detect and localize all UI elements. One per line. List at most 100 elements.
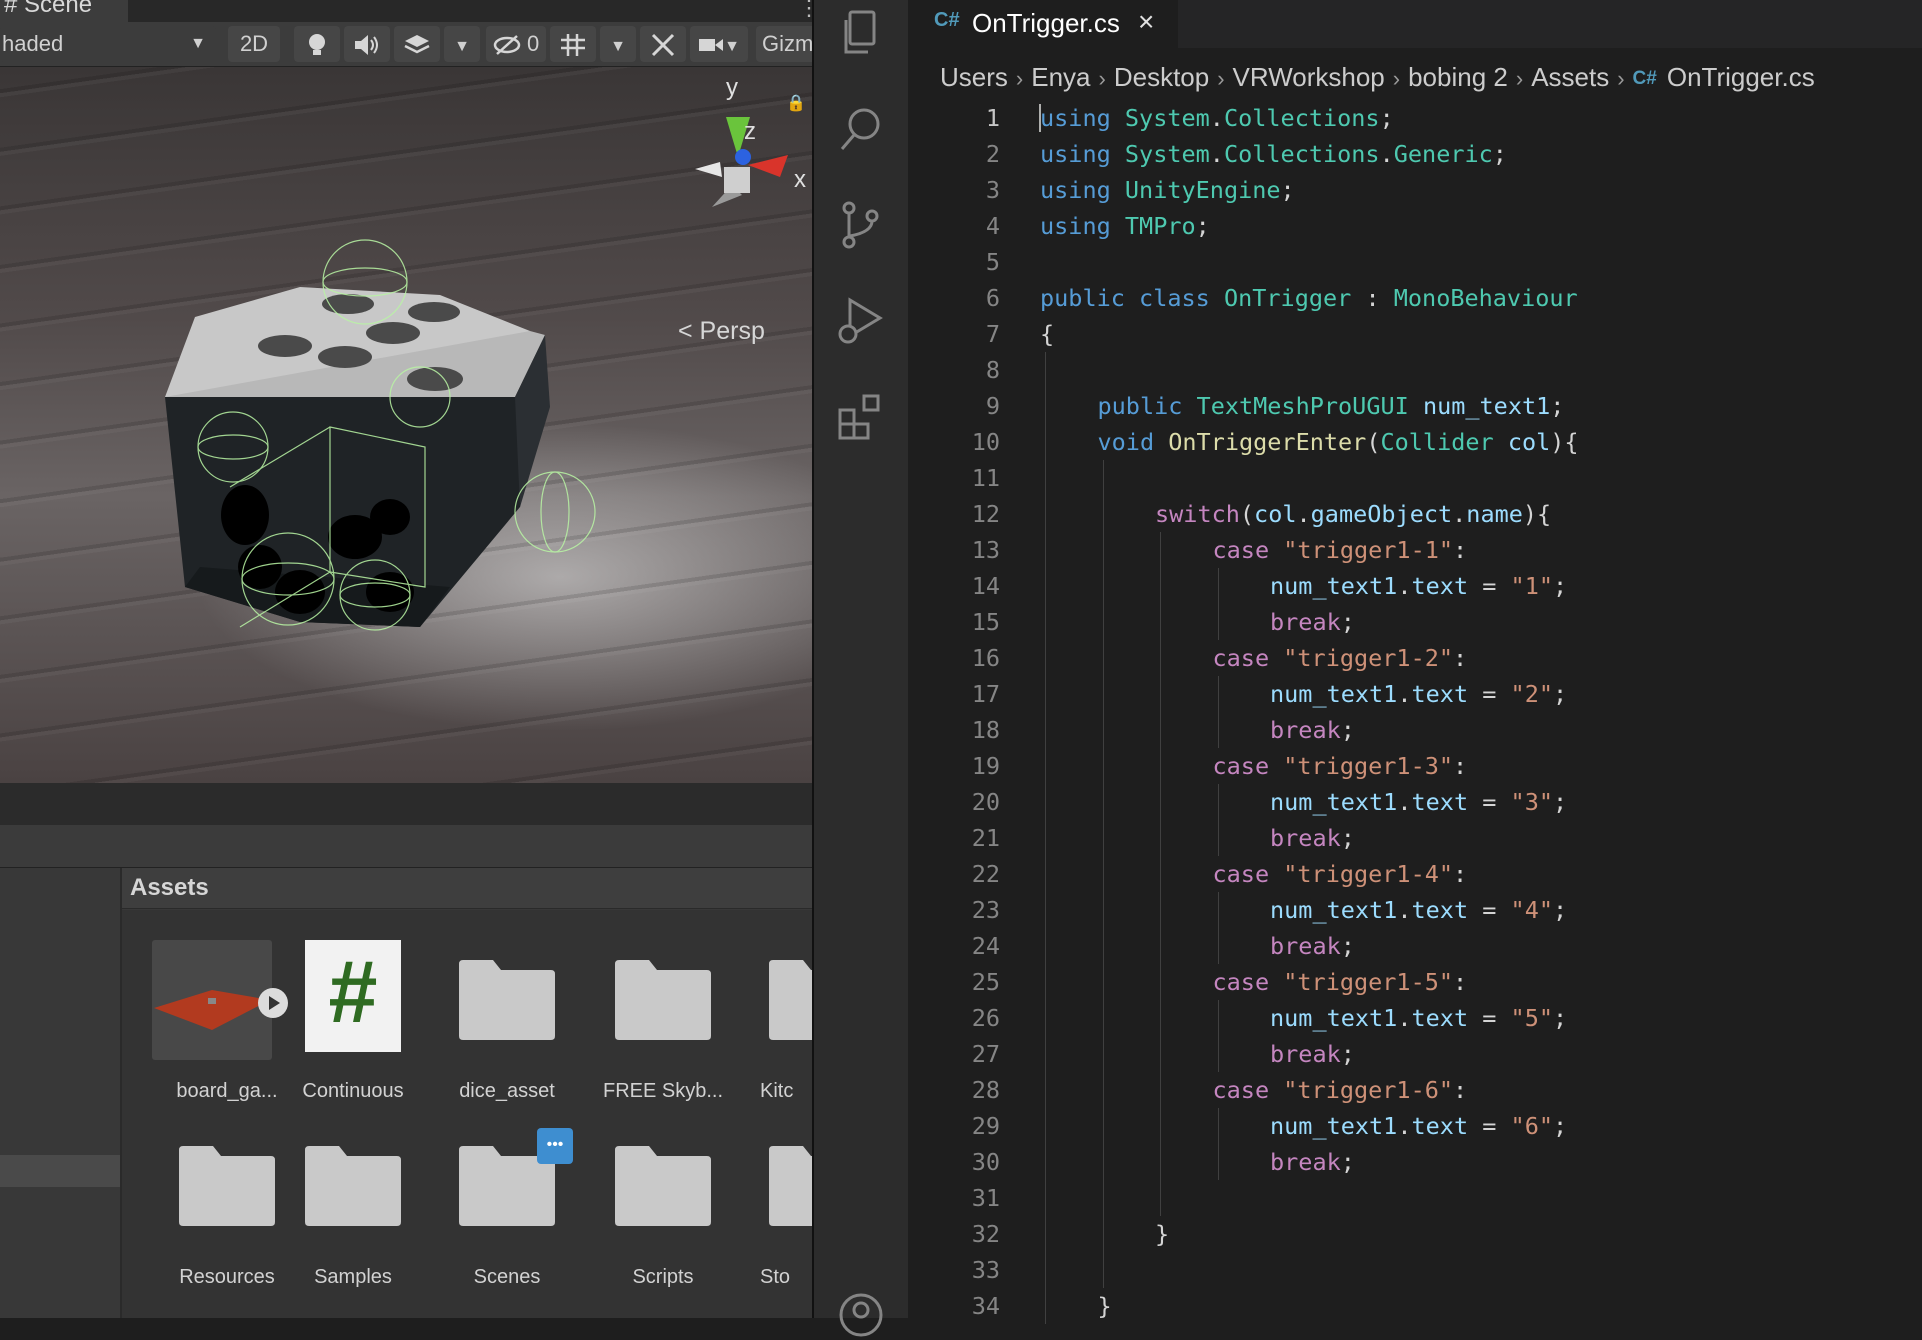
breadcrumb-item[interactable]: Desktop [1114,62,1209,93]
more-badge[interactable]: ••• [537,1128,573,1164]
code-line[interactable]: 7{ [908,316,1922,352]
code-line[interactable]: 21 break; [908,820,1922,856]
code-line[interactable]: 26 num_text1.text = "5"; [908,1000,1922,1036]
code-line[interactable]: 20 num_text1.text = "3"; [908,784,1922,820]
code-line[interactable]: 6 public class OnTrigger : MonoBehaviour [908,280,1922,316]
code-token: "5" [1510,1004,1553,1032]
code-line[interactable]: 33 [908,1252,1922,1288]
code-line[interactable]: 4 using TMPro; [908,208,1922,244]
effects-layers-icon[interactable] [394,26,440,62]
code-line[interactable]: 14 num_text1.text = "1"; [908,568,1922,604]
code-token: text [1411,1004,1469,1032]
perspective-toggle[interactable]: < Persp [678,317,765,346]
code-line[interactable]: 31 [908,1180,1922,1216]
code-line[interactable]: 22 case "trigger1-4": [908,856,1922,892]
scene-viewport[interactable]: y z x 🔒 < Persp [0,67,812,783]
breadcrumb-item[interactable]: OnTrigger.cs [1667,62,1815,93]
asset-item[interactable]: Kitc [742,930,812,1120]
code-line[interactable]: 3 using UnityEngine; [908,172,1922,208]
2d-toggle-button[interactable]: 2D [228,26,280,62]
axis-y-label: y [726,77,738,101]
accounts-icon[interactable] [836,1290,886,1340]
project-folder-tree[interactable] [0,868,122,1318]
asset-item[interactable]: Scripts [588,1116,738,1306]
explorer-icon[interactable] [836,8,886,58]
code-token: break [1270,1040,1341,1068]
grid-snapping-icon[interactable] [550,26,596,62]
indent-guide [1102,1144,1104,1180]
code-line[interactable]: 8 [908,352,1922,388]
close-icon[interactable]: × [1138,6,1154,38]
hidden-objects-toggle[interactable]: 0 [486,26,546,62]
code-line[interactable]: 19 case "trigger1-3": [908,748,1922,784]
effects-dropdown-icon[interactable]: ▼ [444,26,480,62]
search-icon[interactable] [836,104,886,154]
panel-separator [0,783,812,825]
code-line[interactable]: 1 using System.Collections; [908,100,1922,136]
tools-icon[interactable] [640,26,686,62]
line-number: 9 [985,392,1000,420]
breadcrumb-item[interactable]: Assets [1531,62,1609,93]
code-line[interactable]: 12 switch(col.gameObject.name){ [908,496,1922,532]
camera-dropdown[interactable]: ▼ [690,26,748,62]
code-line[interactable]: 10 void OnTriggerEnter(Collider col){ [908,424,1922,460]
indent-guide [1102,496,1104,532]
folder-icon [769,1146,812,1226]
code-token: ){ [1522,500,1552,528]
indent-guide [1160,784,1161,820]
lock-icon[interactable]: 🔒 [786,93,806,113]
code-line[interactable]: 13 case "trigger1-1": [908,532,1922,568]
code-line[interactable]: 28 case "trigger1-6": [908,1072,1922,1108]
line-number: 4 [985,212,1000,240]
code-token: = [1468,788,1511,816]
asset-item[interactable]: ••• Scenes [432,1116,582,1306]
code-line[interactable]: 27 break; [908,1036,1922,1072]
asset-item[interactable]: # Continuous [278,930,428,1120]
breadcrumb-item[interactable]: bobing 2 [1408,62,1508,93]
grid-dropdown-icon[interactable]: ▼ [600,26,636,62]
asset-item[interactable]: dice_asset [432,930,582,1120]
audio-toggle-icon[interactable] [344,26,390,62]
run-debug-icon[interactable] [836,296,886,346]
code-line[interactable]: 15 break; [908,604,1922,640]
code-line[interactable]: 2 using System.Collections.Generic; [908,136,1922,172]
code-line[interactable]: 16 case "trigger1-2": [908,640,1922,676]
breadcrumb-item[interactable]: VRWorkshop [1233,62,1385,93]
code-line[interactable]: 24 break; [908,928,1922,964]
shading-mode-dropdown[interactable]: haded ▼ [0,26,216,62]
more-options-icon[interactable]: ⋮ [798,0,812,19]
code-area[interactable]: 1 using System.Collections; 2 using System.… [908,100,1922,1324]
code-line[interactable]: 5 [908,244,1922,280]
code-line[interactable]: 25 case "trigger1-5": [908,964,1922,1000]
gizmos-button[interactable]: Gizm [756,26,812,62]
code-line[interactable]: 11 [908,460,1922,496]
prefab-thumbnail [152,940,272,1060]
scene-tab[interactable]: # Scene [0,0,128,22]
breadcrumb-item[interactable]: Users [940,62,1008,93]
asset-item[interactable]: Samples [278,1116,428,1306]
assets-title[interactable]: Assets [130,874,209,902]
indent-guide [1045,784,1046,820]
code-text: { [1040,316,1054,352]
code-line[interactable]: 23 num_text1.text = "4"; [908,892,1922,928]
code-line[interactable]: 32} [908,1216,1922,1252]
asset-item[interactable]: FREE Skyb... [588,930,738,1120]
asset-item[interactable]: Sto [742,1116,812,1306]
extensions-icon[interactable] [836,392,886,442]
source-control-icon[interactable] [836,200,886,250]
editor-tab[interactable]: C# OnTrigger.cs × [908,0,1178,48]
selected-folder-row[interactable] [0,1155,120,1187]
breadcrumb-item[interactable]: Enya [1031,62,1090,93]
lighting-toggle-icon[interactable] [294,26,340,62]
indent-guide [1160,640,1161,676]
code-line[interactable]: 18 break; [908,712,1922,748]
code-line[interactable]: 17 num_text1.text = "2"; [908,676,1922,712]
code-line[interactable]: 30 break; [908,1144,1922,1180]
code-line[interactable]: 34} [908,1288,1922,1324]
code-line[interactable]: 29 num_text1.text = "6"; [908,1108,1922,1144]
eye-slash-icon [493,31,527,56]
code-line[interactable]: 9 public TextMeshProUGUI num_text1; [908,388,1922,424]
